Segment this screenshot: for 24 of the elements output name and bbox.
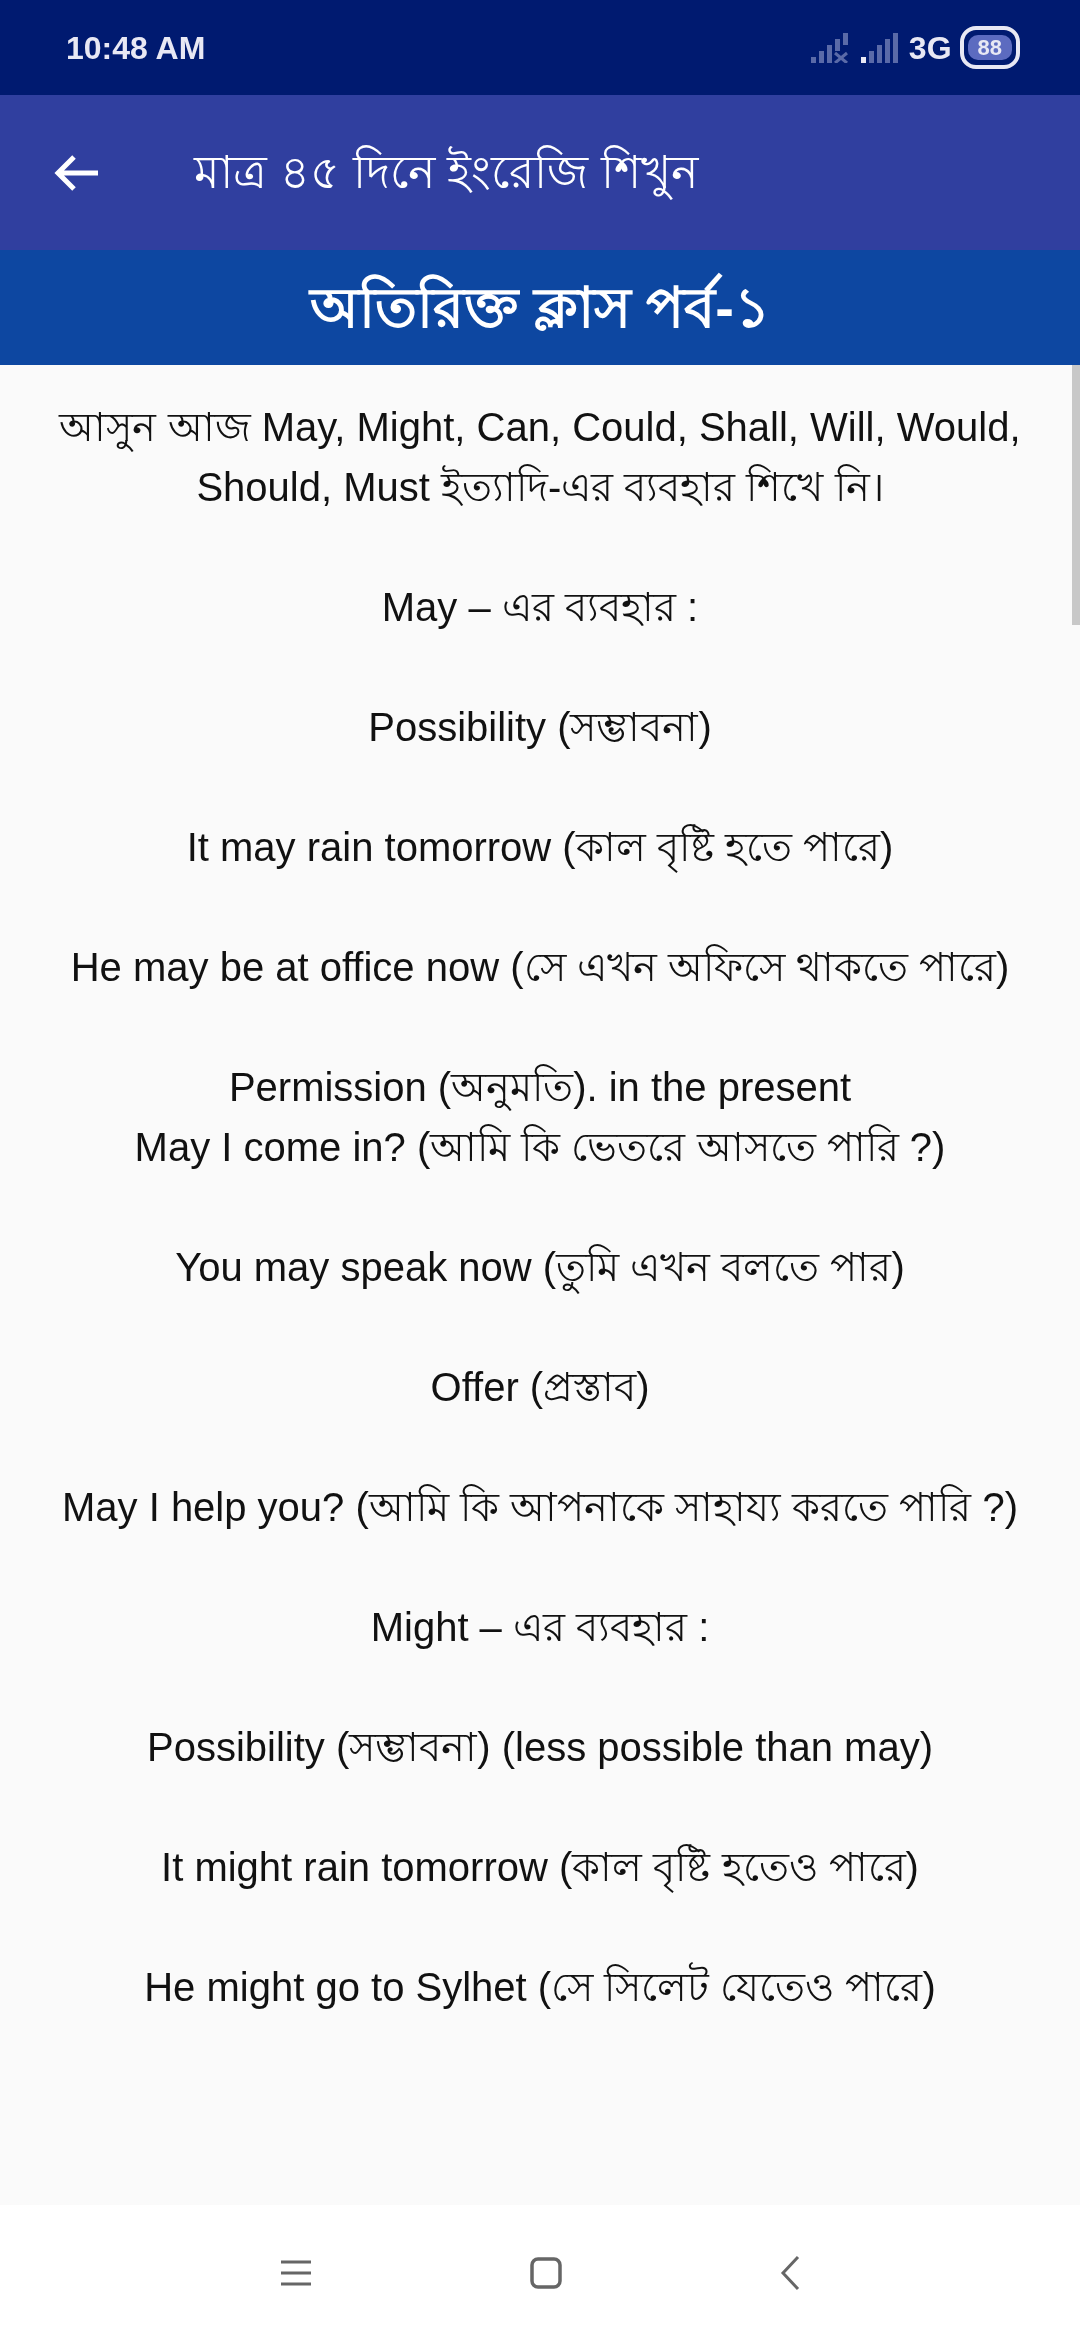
lesson-text: You may speak now (তুমি এখন বলতে পার): [30, 1237, 1050, 1297]
lesson-text: It may rain tomorrow (কাল বৃষ্টি হতে পারে): [30, 817, 1050, 877]
network-type: 3G: [908, 28, 952, 68]
lesson-text: Might – এর ব্যবহার :: [369, 1604, 711, 1651]
menu-icon[interactable]: [280, 2258, 312, 2287]
home-square-icon[interactable]: [530, 2256, 562, 2289]
lesson-text: It might rain tomorrow (কাল বৃষ্টি হতেও পারে): [30, 1837, 1050, 1897]
status-time: 10:48 AM: [66, 28, 206, 68]
lesson-text: আসুন আজ May, Might, Can, Could, Shall, Will, Would, Should, Must ইত্যাদি-এর ব্যবহার শিখে নি।: [57, 404, 1022, 511]
lesson-text: He might go to Sylhet (সে সিলেট যেতেও পারে): [30, 1957, 1050, 2017]
back-arrow-icon[interactable]: [52, 152, 100, 193]
signal-icon: [860, 32, 901, 63]
lesson-text: Permission (অনুমতি). in the present: [227, 1063, 853, 1113]
lesson-text: May I help you? (আমি কি আপনাকে সাহায্য করতে পারি ?): [60, 1483, 1020, 1531]
lesson-text: Offer (প্রস্তাব): [429, 1364, 651, 1411]
back-icon[interactable]: [780, 2254, 800, 2291]
lesson-text: Possibility (সম্ভাবনা): [367, 704, 713, 751]
lesson-text: Possibility (সম্ভাবনা) (less possible than may): [146, 1724, 934, 1771]
lesson-text: He may be at office now (সে এখন অফিসে থাকতে পারে): [69, 943, 1011, 991]
app-title: মাত্র ৪৫ দিনে ইংরেজি শিখুন: [194, 144, 699, 202]
battery-icon: 88: [959, 26, 1020, 69]
lesson-text: May – এর ব্যবহার :: [380, 584, 700, 631]
lesson-text: May I come in? (আমি কি ভেতরে আসতে পারি ?): [133, 1123, 947, 1171]
lesson-title: অতিরিক্ত ক্লাস পর্ব-১: [310, 272, 770, 341]
